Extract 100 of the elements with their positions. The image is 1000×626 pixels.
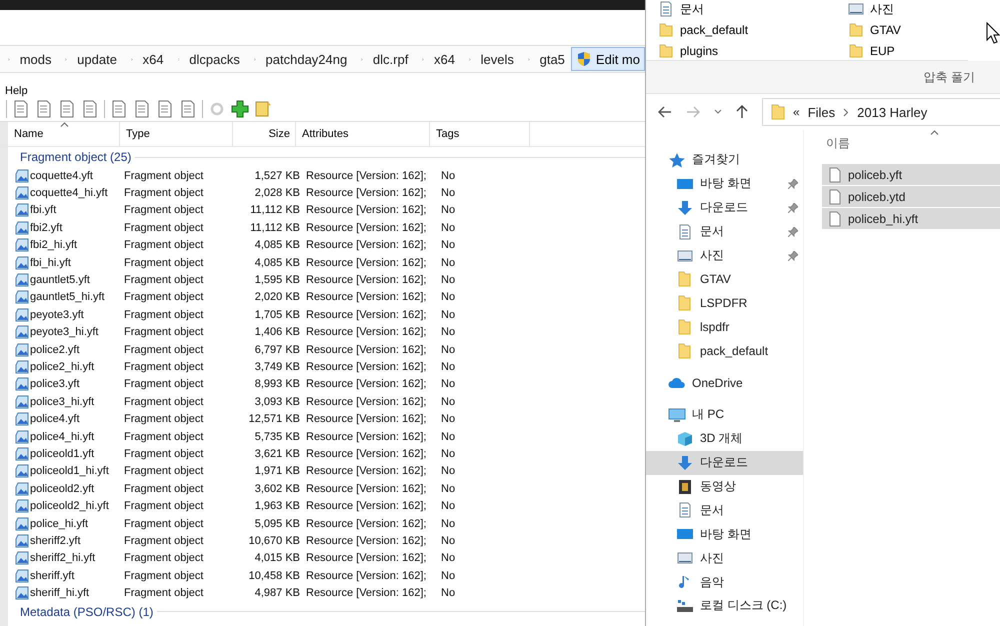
file-icon (14, 325, 30, 340)
file-item[interactable]: policeb.yft (822, 164, 1000, 185)
table-cell-text: coquette4_hi.yft (30, 187, 109, 200)
table-cell-text: Resource [Version: 162]; (305, 308, 428, 321)
table-cell-text: 6,797 KB (254, 344, 300, 356)
path-overflow[interactable]: « (793, 105, 800, 119)
table-cell-text: policeold2_hi.yft (30, 500, 110, 512)
column-header[interactable]: Attributes (296, 122, 430, 146)
file-icon (14, 586, 30, 600)
scrollbar[interactable] (0, 122, 8, 146)
column-header[interactable]: Tags (430, 122, 530, 146)
address-bar[interactable]: « Files 2013 Harley (762, 98, 1000, 126)
sidebar-item[interactable]: 동영상 (646, 474, 803, 498)
quick-access-item[interactable]: EUP (848, 42, 998, 60)
file-icon (828, 188, 842, 204)
sidebar-item[interactable]: LSPDFR (646, 291, 803, 316)
file-icon (828, 210, 842, 226)
sidebar-item[interactable]: 다운로드 (646, 450, 803, 475)
sidebar-item[interactable]: 사진 (646, 244, 803, 268)
table-cell-text: Fragment object (124, 570, 204, 582)
table-cell-text: peyote3_hi.yft (30, 326, 100, 338)
table-cell-text: Fragment object (124, 396, 204, 408)
breadcrumb-item[interactable]: x64 (434, 52, 455, 66)
column-header[interactable]: Type (120, 122, 233, 146)
quick-access-item[interactable]: 문서 (658, 0, 848, 18)
sidebar-item[interactable]: 바탕 화면 (646, 522, 803, 546)
sidebar-item[interactable]: pack_default (646, 339, 803, 364)
sidebar-item[interactable]: lspdfr (646, 315, 803, 340)
table-cell-text: No (440, 291, 456, 304)
add-icon[interactable] (231, 100, 249, 118)
file-icon (14, 568, 30, 583)
sidebar-item[interactable]: 바탕 화면 (646, 172, 803, 196)
column-header[interactable]: 이름 (826, 134, 850, 152)
column-header[interactable]: Size (233, 122, 296, 146)
table-cell-text: No (440, 378, 456, 390)
file-icon (14, 377, 30, 392)
group-header[interactable]: Metadata (PSO/RSC) (1) (20, 604, 154, 619)
sidebar-item[interactable]: 3D 개체 (646, 426, 803, 451)
table-cell-text: fbi_hi.yft (30, 256, 72, 269)
table-cell-text: Fragment object (124, 500, 204, 512)
sidebar-item[interactable]: 즐겨찾기 (646, 148, 803, 172)
breadcrumb-item[interactable]: x64 (142, 52, 164, 66)
table-cell-text: police3.yft (30, 378, 81, 390)
sidebar-item[interactable]: 사진 (646, 546, 803, 570)
dropdown-caret-icon[interactable] (714, 109, 722, 115)
table-cell-text: Fragment object (124, 187, 204, 200)
folder-icon (658, 43, 674, 59)
group-header[interactable]: Fragment object (25) (20, 150, 132, 164)
table-cell-text: 4,085 KB (254, 239, 300, 252)
column-header[interactable]: Name (8, 122, 120, 146)
file-item[interactable]: policeb.ytd (822, 186, 1000, 207)
breadcrumb-item[interactable]: update (77, 52, 117, 66)
table-cell-text: No (440, 274, 456, 286)
table-cell-text: 1,971 KB (254, 465, 300, 478)
table-cell-text: Fragment object (124, 518, 204, 530)
file-icon (14, 220, 30, 235)
table-cell-text: Fragment object (124, 204, 204, 216)
file-icon (14, 464, 30, 478)
up-arrow-icon[interactable] (736, 105, 748, 119)
path-segment[interactable]: 2013 Harley (857, 104, 928, 120)
sidebar-item[interactable]: 문서 (646, 220, 803, 244)
back-icon[interactable] (658, 106, 672, 118)
breadcrumb-item[interactable]: dlcpacks (189, 52, 240, 66)
table-cell-text: fbi2_hi.yft (30, 239, 78, 252)
note-icon[interactable] (254, 100, 272, 118)
sidebar-item[interactable]: GTAV (646, 267, 803, 292)
scrollbar[interactable] (0, 147, 8, 626)
table-cell-text: policeold1.yft (30, 448, 96, 460)
page-icon[interactable] (58, 100, 76, 118)
breadcrumb-item[interactable]: dlc.rpf (372, 52, 408, 66)
breadcrumb-item[interactable]: gta5 (540, 52, 565, 66)
quick-access-item[interactable]: plugins (658, 42, 848, 60)
table-cell-text: No (440, 396, 456, 408)
breadcrumb-item[interactable]: mods (20, 52, 52, 66)
sidebar-item[interactable]: 내 PC (646, 402, 803, 427)
table-cell-text: sheriff2.yft (30, 534, 82, 547)
file-item[interactable]: policeb_hi.yft (822, 208, 1000, 229)
file-icon (14, 551, 30, 566)
quick-access-item[interactable]: 사진 (848, 0, 998, 18)
sidebar-item[interactable]: 로컬 디스크 (C:) (646, 594, 803, 618)
sidebar-item[interactable]: 다운로드 (646, 196, 803, 220)
sidebar-item[interactable]: 음악 (646, 570, 803, 594)
file-icon (14, 430, 30, 444)
quick-access-item[interactable]: pack_default (658, 20, 848, 40)
table-cell-text: 11,112 KB (249, 222, 300, 234)
breadcrumb-item[interactable]: levels (480, 52, 514, 66)
breadcrumb-item[interactable]: patchday24ng (266, 52, 348, 66)
table-cell-text: No (440, 256, 456, 269)
table-cell-text: Fragment object (124, 448, 204, 460)
edit-mode-button[interactable]: Edit mo (570, 47, 645, 71)
path-segment[interactable]: Files (808, 104, 836, 120)
table-cell-text: No (440, 534, 456, 547)
table-cell-text: Resource [Version: 162]; (305, 170, 428, 182)
menu-item[interactable]: Help (5, 85, 28, 97)
table-cell-text: coquette4.yft (30, 170, 94, 182)
table-cell-text: Resource [Version: 162]; (305, 534, 428, 547)
sidebar-item[interactable]: OneDrive (646, 371, 803, 395)
sidebar-item[interactable]: 문서 (646, 498, 803, 522)
table-cell-text: 10,458 KB (248, 570, 300, 582)
table-cell-text: Resource [Version: 162]; (305, 344, 428, 356)
